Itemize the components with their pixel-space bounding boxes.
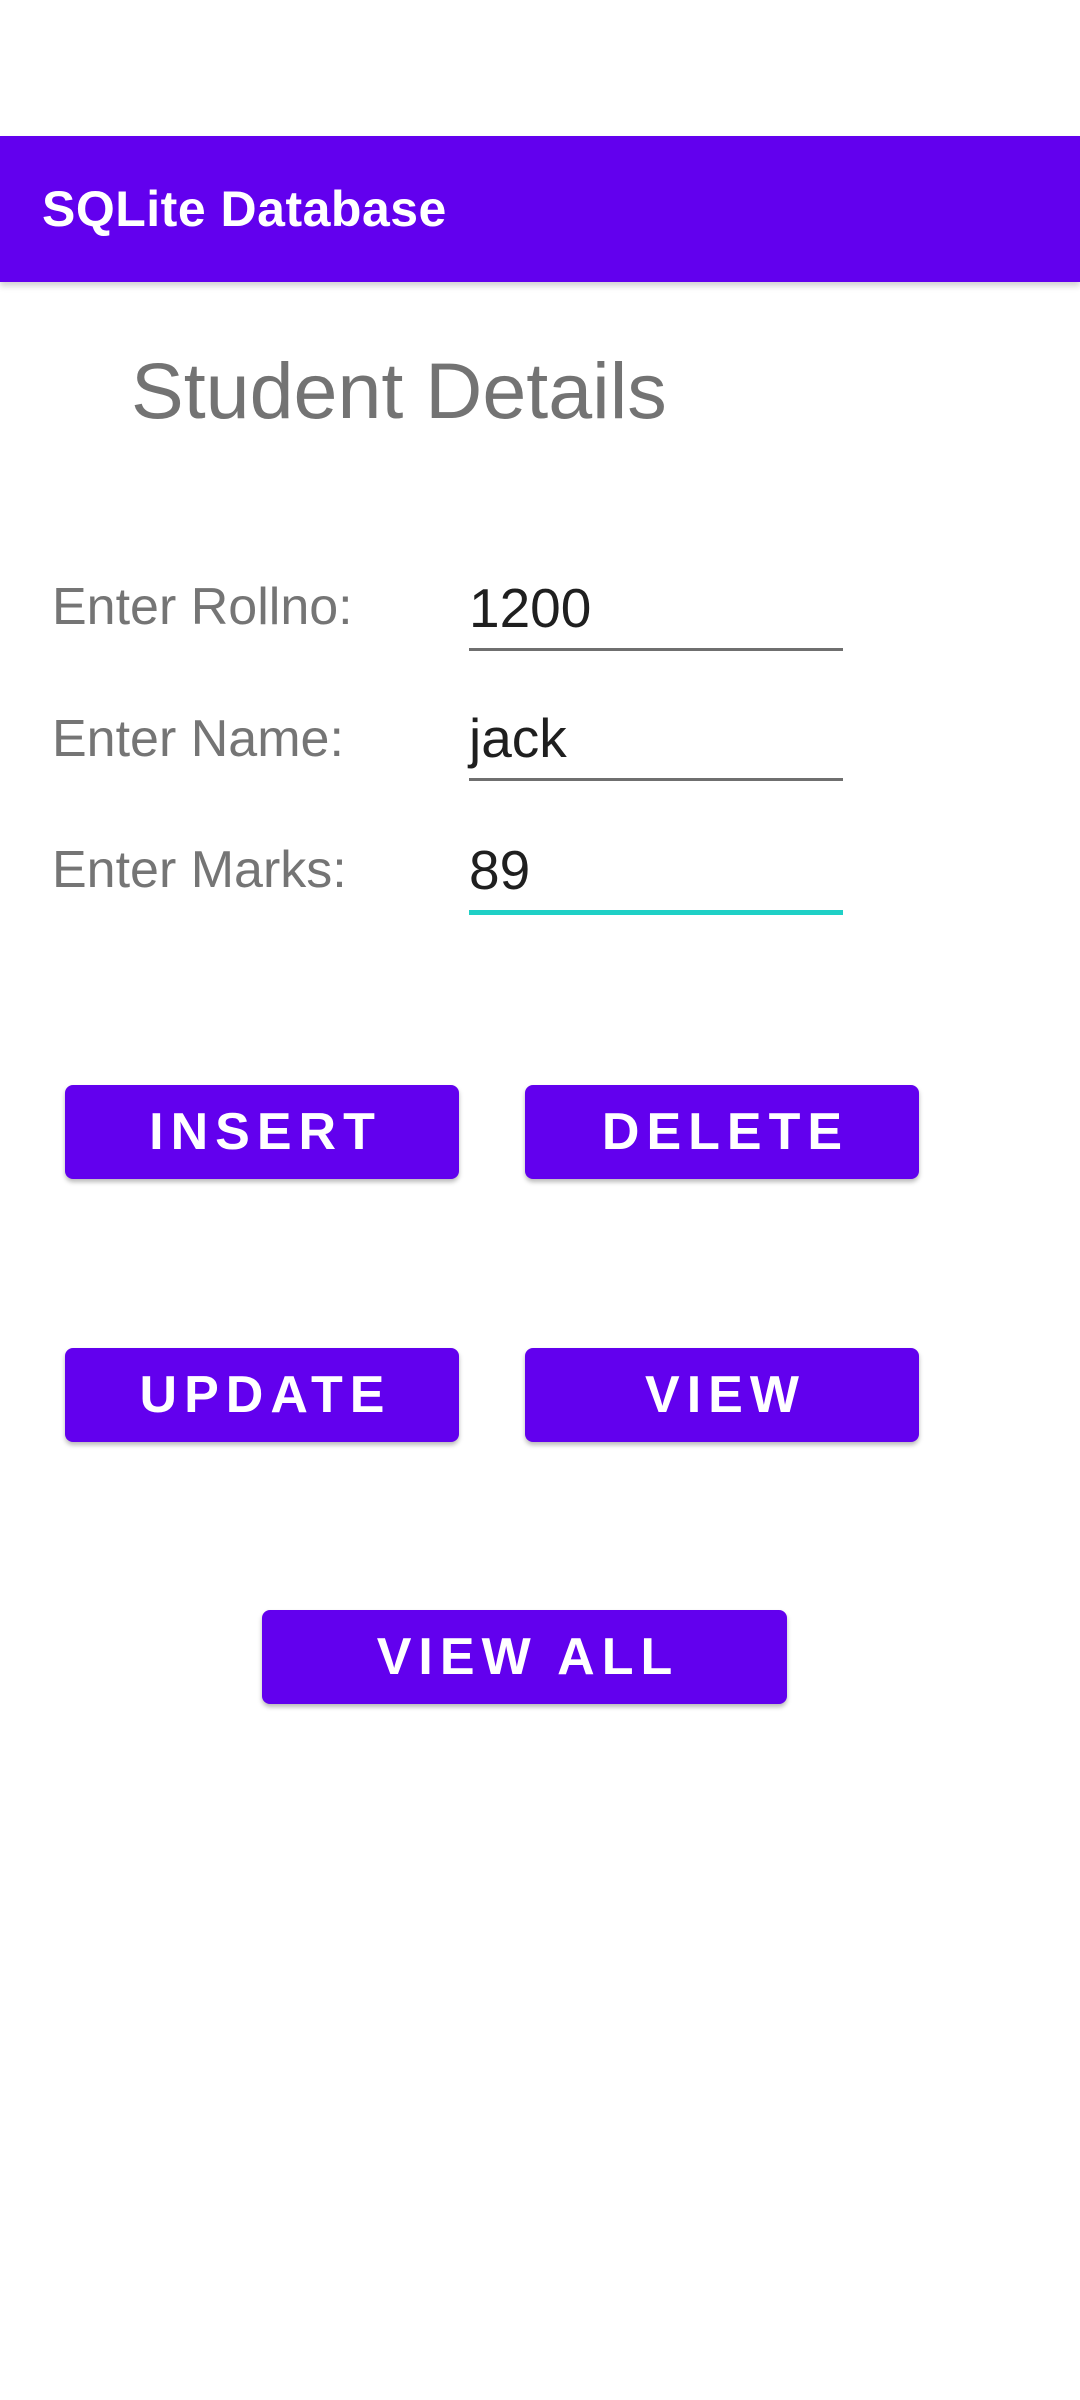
delete-button[interactable]: DELETE xyxy=(525,1085,919,1179)
name-label: Enter Name: xyxy=(52,710,344,768)
status-bar xyxy=(0,0,1080,136)
rollno-value: 1200 xyxy=(469,577,592,639)
marks-field[interactable]: 89 xyxy=(469,835,843,915)
insert-button[interactable]: INSERT xyxy=(65,1085,459,1179)
update-button[interactable]: UPDATE xyxy=(65,1348,459,1442)
app-bar: SQLite Database xyxy=(0,136,1080,282)
marks-value: 89 xyxy=(469,839,531,901)
app-title: SQLite Database xyxy=(42,181,447,237)
page-title: Student Details xyxy=(131,346,667,435)
rollno-field[interactable]: 1200 xyxy=(469,571,843,651)
rollno-label: Enter Rollno: xyxy=(52,578,353,636)
name-value: jack xyxy=(469,707,567,769)
marks-label: Enter Marks: xyxy=(52,841,347,899)
view-all-button[interactable]: VIEW ALL xyxy=(262,1610,787,1704)
name-field[interactable]: jack xyxy=(469,701,843,781)
view-button[interactable]: VIEW xyxy=(525,1348,919,1442)
